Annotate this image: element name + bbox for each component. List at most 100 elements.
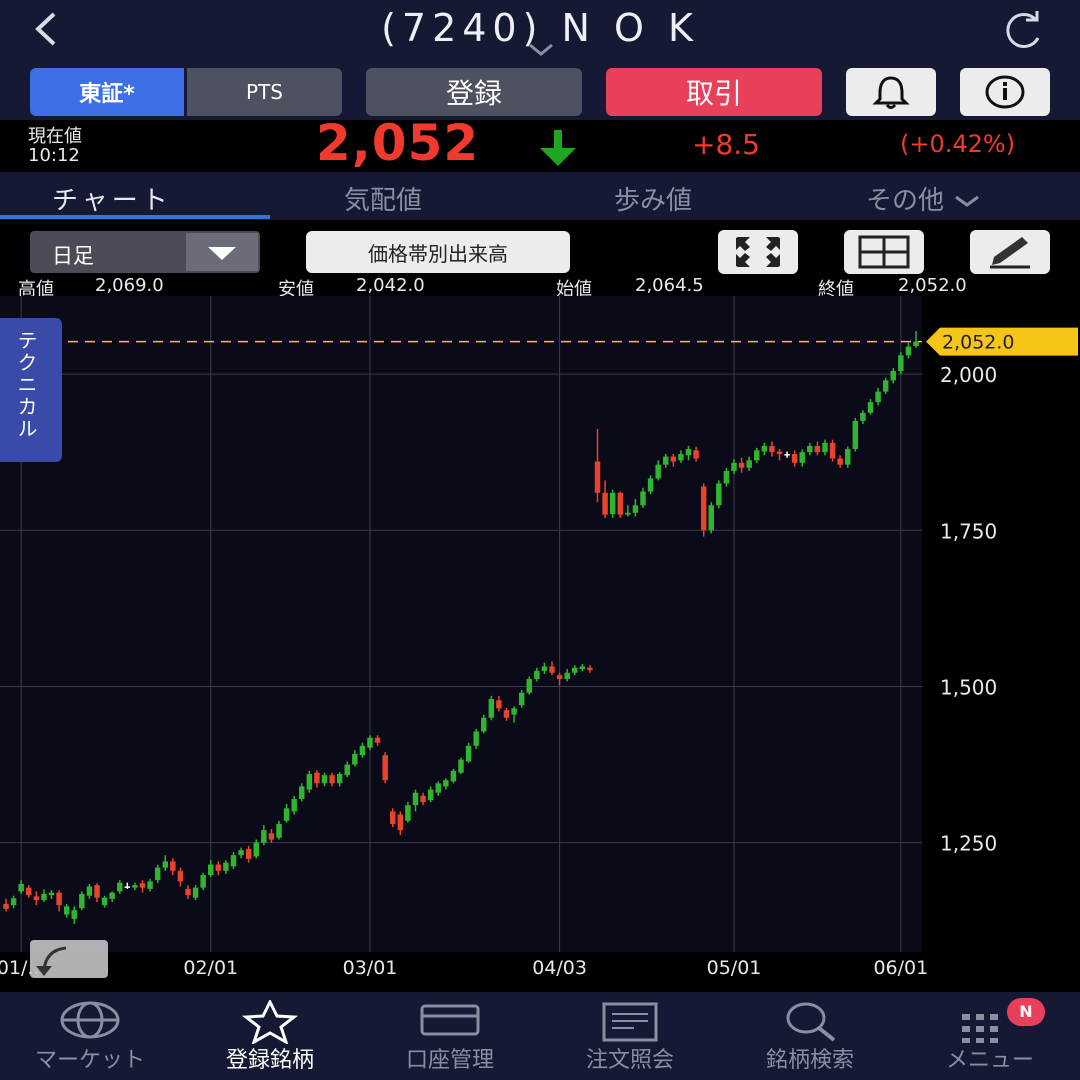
candle-body — [632, 505, 639, 513]
candle — [306, 770, 313, 793]
candle-body — [450, 770, 457, 782]
candle-body — [708, 505, 714, 531]
layout-button[interactable] — [844, 230, 924, 274]
register-button[interactable]: 登録 — [366, 68, 582, 116]
candle-body — [223, 862, 229, 871]
tab-chart[interactable]: チャート — [52, 180, 172, 217]
candle-body — [465, 745, 472, 762]
y-tick-label: 2,000 — [940, 363, 997, 387]
alert-button[interactable] — [846, 68, 936, 116]
candle-body — [117, 882, 123, 892]
candle-body — [443, 780, 449, 787]
candle-body — [723, 470, 730, 484]
candle-body — [867, 402, 874, 413]
candle-body — [807, 445, 813, 453]
nav-watchlist[interactable]: 登録銘柄 — [180, 992, 360, 1080]
candle-body — [192, 887, 199, 898]
candle-body — [852, 420, 859, 450]
refresh-button[interactable] — [996, 10, 1048, 54]
candle-body — [594, 461, 601, 493]
grid-icon — [858, 235, 910, 269]
tab-other-label: その他 — [866, 186, 945, 216]
candle-body — [814, 445, 821, 453]
nav-orders[interactable]: 注文照会 — [540, 992, 720, 1080]
tse-market-button[interactable]: 東証* — [30, 68, 184, 116]
candle-body — [306, 773, 313, 790]
nav-search[interactable]: 銘柄検索 — [720, 992, 900, 1080]
nav-menu[interactable]: メニュー — [900, 992, 1080, 1080]
period-select-value: 日足 — [52, 244, 94, 268]
candle — [518, 690, 525, 708]
dropdown-button[interactable] — [186, 233, 258, 271]
chevron-down-icon[interactable] — [528, 42, 554, 61]
candle-body — [405, 805, 411, 821]
trade-button[interactable]: 取引 — [606, 68, 822, 116]
y-tick-label: 1,750 — [940, 519, 997, 543]
candle-body — [56, 892, 62, 906]
candle-body — [579, 666, 586, 669]
active-tab-indicator — [0, 215, 270, 219]
refresh-icon — [1006, 11, 1040, 48]
nav-account[interactable]: 口座管理 — [360, 992, 540, 1080]
candle-body — [200, 875, 206, 888]
fullscreen-button[interactable] — [718, 230, 798, 274]
tab-quotes[interactable]: 気配値 — [344, 180, 422, 217]
candle — [450, 768, 457, 784]
candle-body — [511, 708, 517, 715]
bell-icon — [872, 76, 910, 109]
candle — [845, 446, 851, 468]
candle-body — [534, 670, 540, 679]
candle-body — [139, 883, 146, 888]
candle — [708, 502, 714, 534]
candle-body — [101, 897, 108, 906]
price-change-percent: (+0.42%) — [900, 130, 1016, 158]
candle-body — [473, 731, 479, 746]
nav-market-label: マーケット — [34, 1048, 145, 1073]
candle — [382, 752, 388, 784]
candle-body — [549, 666, 555, 673]
tab-time-and-sales[interactable]: 歩み値 — [614, 180, 692, 217]
candle-body — [185, 888, 191, 896]
technical-side-tab-label: テクニカル — [14, 330, 38, 440]
candle-body — [822, 442, 828, 453]
nav-orders-label: 注文照会 — [585, 1048, 674, 1073]
candle-body — [208, 864, 214, 876]
nav-market[interactable]: マーケット — [0, 992, 180, 1080]
pts-market-button[interactable]: PTS — [187, 68, 342, 116]
candle-body — [283, 808, 290, 821]
candle-body — [609, 492, 616, 515]
candle-body — [890, 370, 896, 381]
candle-body — [845, 449, 851, 465]
candle-body — [564, 672, 570, 679]
candlestick-chart[interactable]: 1,2501,5001,7502,00001/... 02/01 03/01 04/0… — [0, 296, 1080, 992]
candle-body — [329, 775, 335, 784]
info-icon — [985, 75, 1025, 109]
info-button[interactable] — [960, 68, 1050, 116]
candle-body — [700, 486, 707, 531]
volume-profile-button[interactable]: 価格帯別出来高 — [306, 231, 570, 273]
tab-other[interactable]: その他 — [866, 180, 982, 217]
candle — [898, 352, 904, 375]
candle-body — [94, 885, 100, 898]
candle-body — [427, 789, 434, 801]
candle-body — [435, 783, 441, 793]
candle — [526, 676, 532, 695]
candle-body — [640, 491, 646, 506]
candle-body — [458, 759, 464, 773]
candle-body — [367, 737, 373, 748]
candle-body — [321, 775, 328, 784]
candle-body — [860, 412, 866, 421]
candle-body — [336, 773, 343, 784]
candle-body — [63, 906, 70, 915]
candle-body — [18, 883, 24, 892]
search-icon — [786, 1002, 836, 1042]
low-value: 2,042.0 — [356, 275, 425, 296]
collapse-chart-button[interactable] — [26, 936, 112, 986]
draw-button[interactable] — [970, 230, 1050, 274]
candle-body — [496, 700, 502, 709]
candle-body — [481, 717, 487, 732]
candle — [79, 891, 85, 911]
candle-body — [663, 456, 669, 465]
candle-body — [374, 737, 381, 743]
arrow-down-icon — [528, 128, 588, 172]
